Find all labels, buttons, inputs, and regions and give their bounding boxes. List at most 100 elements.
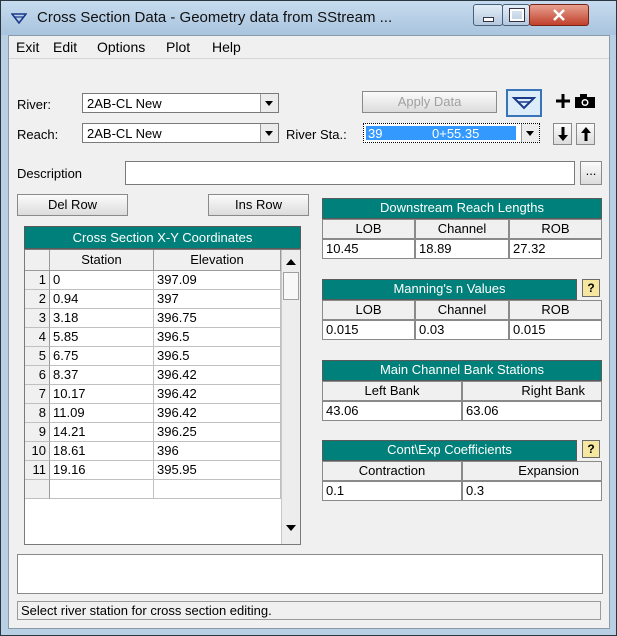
station-cell[interactable]: 10.17 [50, 385, 154, 404]
mannings-lob-header: LOB [322, 300, 415, 320]
scroll-thumb[interactable] [283, 272, 299, 300]
elevation-cell[interactable]: 396 [154, 442, 281, 461]
table-row-partial[interactable] [25, 480, 50, 499]
chevron-down-icon[interactable] [260, 124, 278, 142]
menu-bar: Exit Edit Options Plot Help [9, 36, 609, 59]
row-number[interactable]: 2 [25, 290, 50, 309]
mannings-lob-input[interactable]: 0.015 [322, 320, 415, 340]
column-header-station[interactable]: Station [50, 250, 154, 271]
reach-lob-input[interactable]: 10.45 [322, 239, 415, 259]
next-station-up-button[interactable] [576, 123, 595, 145]
elevation-cell[interactable]: 396.42 [154, 404, 281, 423]
add-icon[interactable] [554, 92, 572, 110]
river-sta-value-a: 39 [368, 126, 383, 141]
mannings-channel-input[interactable]: 0.03 [415, 320, 509, 340]
row-number[interactable]: 7 [25, 385, 50, 404]
camera-icon[interactable] [574, 93, 596, 109]
ins-row-button[interactable]: Ins Row [208, 194, 309, 216]
row-number[interactable]: 11 [25, 461, 50, 480]
menu-options[interactable]: Options [97, 39, 145, 55]
menu-exit[interactable]: Exit [16, 39, 39, 55]
row-number[interactable]: 8 [25, 404, 50, 423]
elevation-cell[interactable] [154, 480, 281, 499]
title-bar[interactable]: Cross Section Data - Geometry data from … [1, 1, 616, 35]
menu-help[interactable]: Help [212, 39, 241, 55]
station-cell[interactable] [50, 480, 154, 499]
elevation-cell[interactable]: 396.5 [154, 347, 281, 366]
close-button[interactable] [529, 4, 589, 26]
menu-edit[interactable]: Edit [53, 39, 77, 55]
row-number[interactable]: 10 [25, 442, 50, 461]
reach-select[interactable]: 2AB-CL New [82, 123, 279, 143]
elevation-cell[interactable]: 396.42 [154, 366, 281, 385]
reach-lob-header: LOB [322, 219, 415, 239]
chevron-down-icon[interactable] [521, 124, 539, 142]
expansion-header: Expansion [462, 461, 602, 481]
station-cell[interactable]: 0 [50, 271, 154, 290]
row-number[interactable]: 4 [25, 328, 50, 347]
minimize-icon [483, 17, 494, 22]
row-number[interactable]: 6 [25, 366, 50, 385]
chevron-down-icon[interactable] [260, 94, 278, 112]
mannings-channel-header: Channel [415, 300, 509, 320]
message-box [17, 554, 603, 594]
maximize-button[interactable] [502, 4, 530, 26]
menu-plot[interactable]: Plot [166, 39, 190, 55]
station-cell[interactable]: 18.61 [50, 442, 154, 461]
next-station-down-button[interactable] [553, 123, 572, 145]
row-number[interactable]: 5 [25, 347, 50, 366]
plot-ws-button[interactable] [506, 89, 542, 117]
xy-coordinates-table[interactable]: Station Elevation 1 0 397.09 2 0.94 397 3 3.18 3… [24, 249, 301, 545]
scroll-down-icon[interactable] [286, 525, 296, 531]
reach-value: 2AB-CL New [87, 126, 162, 141]
station-cell[interactable]: 3.18 [50, 309, 154, 328]
mannings-rob-input[interactable]: 0.015 [509, 320, 602, 340]
left-bank-input[interactable]: 43.06 [322, 401, 462, 421]
elevation-cell[interactable]: 397 [154, 290, 281, 309]
description-browse-button[interactable]: ... [580, 161, 602, 185]
arrow-up-icon [581, 127, 591, 141]
bank-stations-title: Main Channel Bank Stations [322, 360, 602, 381]
reach-rob-input[interactable]: 27.32 [509, 239, 602, 259]
station-cell[interactable]: 8.37 [50, 366, 154, 385]
water-surface-icon [511, 97, 537, 110]
reach-channel-header: Channel [415, 219, 509, 239]
description-field[interactable] [125, 161, 575, 185]
table-scrollbar[interactable] [281, 250, 300, 544]
status-bar: Select river station for cross section e… [17, 601, 601, 620]
minimize-button[interactable] [473, 4, 503, 26]
station-cell[interactable]: 19.16 [50, 461, 154, 480]
column-header-elevation[interactable]: Elevation [154, 250, 281, 271]
river-select[interactable]: 2AB-CL New [82, 93, 279, 113]
window-title: Cross Section Data - Geometry data from … [37, 9, 393, 26]
right-bank-input[interactable]: 63.06 [462, 401, 602, 421]
mannings-help-button[interactable]: ? [582, 279, 600, 297]
river-sta-select[interactable]: 39 0+55.35 [363, 123, 540, 143]
row-number[interactable]: 9 [25, 423, 50, 442]
station-cell[interactable]: 11.09 [50, 404, 154, 423]
river-sta-value-b: 0+55.35 [432, 126, 480, 141]
station-cell[interactable]: 0.94 [50, 290, 154, 309]
river-label: River: [17, 97, 51, 112]
elevation-cell[interactable]: 397.09 [154, 271, 281, 290]
row-number[interactable]: 1 [25, 271, 50, 290]
del-row-button[interactable]: Del Row [17, 194, 128, 216]
elevation-cell[interactable]: 396.25 [154, 423, 281, 442]
contraction-input[interactable]: 0.1 [322, 481, 462, 501]
reach-channel-input[interactable]: 18.89 [415, 239, 509, 259]
row-number[interactable]: 3 [25, 309, 50, 328]
elevation-cell[interactable]: 395.95 [154, 461, 281, 480]
scroll-up-icon[interactable] [286, 259, 296, 265]
apply-data-button[interactable]: Apply Data [362, 91, 497, 113]
station-cell[interactable]: 6.75 [50, 347, 154, 366]
station-cell[interactable]: 14.21 [50, 423, 154, 442]
station-cell[interactable]: 5.85 [50, 328, 154, 347]
elevation-cell[interactable]: 396.5 [154, 328, 281, 347]
elevation-cell[interactable]: 396.75 [154, 309, 281, 328]
expansion-input[interactable]: 0.3 [462, 481, 602, 501]
river-value: 2AB-CL New [87, 96, 162, 111]
coefficients-help-button[interactable]: ? [582, 440, 600, 458]
reach-rob-header: ROB [509, 219, 602, 239]
elevation-cell[interactable]: 396.42 [154, 385, 281, 404]
contraction-header: Contraction [322, 461, 462, 481]
